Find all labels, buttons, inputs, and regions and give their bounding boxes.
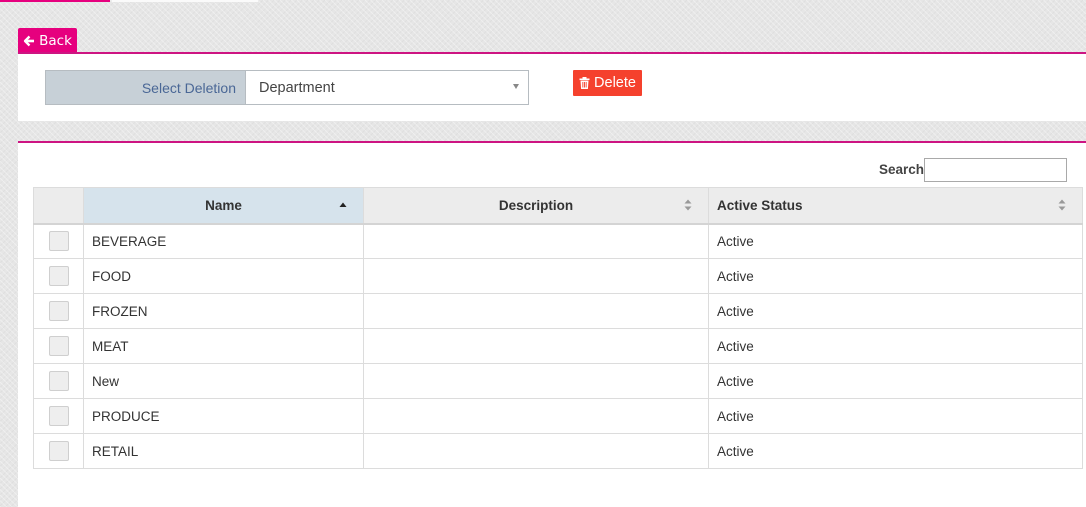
row-description: [363, 363, 709, 399]
sort-both-icon: [684, 199, 692, 211]
row-name: PRODUCE: [83, 398, 364, 434]
header-name-label: Name: [205, 197, 242, 213]
row-checkbox[interactable]: [48, 441, 69, 461]
table-row[interactable]: New Active: [33, 363, 1083, 399]
row-checkbox[interactable]: [48, 371, 69, 391]
row-name: RETAIL: [83, 433, 364, 469]
deletion-type-select[interactable]: Department: [246, 71, 528, 104]
table-row[interactable]: FROZEN Active: [33, 293, 1083, 329]
row-select-cell: [33, 293, 84, 329]
table-row[interactable]: MEAT Active: [33, 328, 1083, 364]
row-select-cell: [33, 258, 84, 294]
deletion-type-field: Select Deletion Department: [45, 70, 529, 105]
top-tab-strip: [0, 0, 260, 3]
deletion-type-selected-value: Department: [259, 79, 335, 96]
table-header-row: Name Description Active Status: [33, 187, 1083, 225]
delete-button[interactable]: Delete: [573, 70, 642, 96]
row-status: Active: [708, 223, 1083, 259]
header-name[interactable]: Name: [83, 187, 364, 225]
row-name: MEAT: [83, 328, 364, 364]
row-select-cell: [33, 328, 84, 364]
row-description: [363, 258, 709, 294]
caret-down-icon: [513, 84, 519, 89]
search-input[interactable]: [924, 158, 1067, 182]
row-name: BEVERAGE: [83, 223, 364, 259]
sort-ascending-icon: [339, 202, 347, 208]
arrow-left-icon: [23, 35, 35, 46]
sort-both-icon: [1058, 199, 1066, 211]
table-row[interactable]: PRODUCE Active: [33, 398, 1083, 434]
row-select-cell: [33, 433, 84, 469]
back-button-label: Back: [39, 32, 72, 49]
row-select-cell: [33, 398, 84, 434]
row-checkbox[interactable]: [48, 406, 69, 426]
department-table: Name Description Active Status BEVERAGE …: [33, 187, 1083, 469]
row-description: [363, 398, 709, 434]
header-active-status-label: Active Status: [717, 197, 803, 213]
table-row[interactable]: RETAIL Active: [33, 433, 1083, 469]
row-name: FROZEN: [83, 293, 364, 329]
back-button[interactable]: Back: [18, 28, 77, 53]
top-tab-inactive-indicator[interactable]: [112, 0, 258, 2]
header-select-all[interactable]: [33, 187, 84, 225]
search-label: Search:: [879, 162, 929, 177]
row-status: Active: [708, 363, 1083, 399]
row-checkbox[interactable]: [48, 301, 69, 321]
delete-button-label: Delete: [594, 75, 636, 91]
row-description: [363, 293, 709, 329]
row-select-cell: [33, 223, 84, 259]
row-name: New: [83, 363, 364, 399]
row-name: FOOD: [83, 258, 364, 294]
row-description: [363, 328, 709, 364]
row-status: Active: [708, 258, 1083, 294]
row-status: Active: [708, 293, 1083, 329]
top-tab-active-indicator[interactable]: [0, 0, 110, 2]
row-description: [363, 223, 709, 259]
table-row[interactable]: FOOD Active: [33, 258, 1083, 294]
header-description-label: Description: [498, 197, 574, 213]
deletion-type-label: Select Deletion: [46, 71, 246, 104]
row-checkbox[interactable]: [48, 266, 69, 286]
trash-icon: [579, 77, 590, 89]
header-description[interactable]: Description: [363, 187, 709, 225]
row-checkbox[interactable]: [48, 336, 69, 356]
row-status: Active: [708, 433, 1083, 469]
row-status: Active: [708, 328, 1083, 364]
table-row[interactable]: BEVERAGE Active: [33, 223, 1083, 259]
row-checkbox[interactable]: [48, 231, 69, 252]
header-active-status[interactable]: Active Status: [708, 187, 1083, 225]
row-select-cell: [33, 363, 84, 399]
row-status: Active: [708, 398, 1083, 434]
row-description: [363, 433, 709, 469]
